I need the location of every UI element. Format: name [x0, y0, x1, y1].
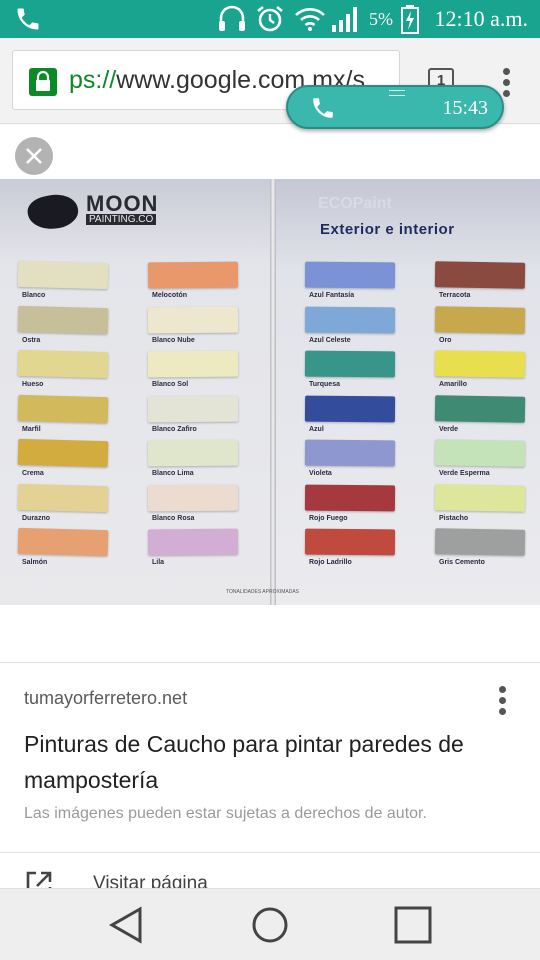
paint-swatch — [434, 484, 526, 512]
url-scheme: ps:// — [69, 66, 117, 94]
paint-swatch-label: Marfil — [22, 426, 41, 433]
paint-swatch-label: Verde Esperma — [439, 470, 490, 477]
paint-swatch — [434, 306, 526, 334]
divider — [0, 662, 540, 663]
product-name: ECOPaint — [318, 195, 392, 212]
paint-swatch — [17, 305, 109, 335]
close-button[interactable] — [15, 137, 53, 175]
system-nav-bar — [0, 888, 540, 960]
paint-swatch-label: Salmón — [22, 559, 48, 566]
paint-swatch-label: Turquesa — [309, 381, 340, 388]
call-phone-icon — [310, 95, 336, 126]
paint-swatch-label: Blanco Rosa — [152, 515, 195, 522]
brand-subtitle: PAINTING.CO — [86, 214, 157, 225]
paint-swatch-label: Lila — [152, 559, 165, 566]
result-menu-icon[interactable] — [495, 686, 509, 718]
paint-swatch — [434, 350, 526, 378]
paint-swatch — [147, 528, 239, 556]
paint-swatch-label: Azul Fantasía — [309, 292, 355, 299]
paint-swatch-label: Verde — [439, 426, 459, 433]
paint-swatch-label: Rojo Fuego — [309, 515, 348, 522]
paint-swatch-label: Crema — [22, 470, 44, 477]
paint-swatch-label: Durazno — [22, 515, 50, 522]
paint-swatch — [304, 484, 396, 512]
paint-swatch-label: Azul — [309, 426, 324, 433]
paint-swatch — [304, 528, 396, 556]
paint-swatch — [17, 483, 109, 513]
paint-swatch-label: Amarillo — [439, 381, 468, 388]
alarm-icon — [254, 0, 286, 38]
source-domain[interactable]: tumayorferretero.net — [24, 688, 187, 709]
paint-swatch-label: Blanco Nube — [152, 337, 195, 344]
paint-swatch — [17, 394, 109, 424]
catalog-spine — [270, 179, 276, 605]
wifi-icon — [294, 0, 326, 38]
paint-swatch — [304, 306, 396, 334]
catalog-footnote: TONALIDADES APROXIMADAS — [226, 589, 299, 595]
clock: 12:10 a.m. — [434, 6, 529, 31]
paint-swatch — [147, 261, 239, 289]
recents-icon[interactable] — [391, 903, 435, 947]
browser-menu-icon[interactable] — [500, 68, 512, 98]
paint-swatch-label: Blanco Sol — [152, 381, 189, 388]
paint-swatch-label: Blanco Lima — [152, 470, 194, 477]
paint-swatch — [17, 527, 109, 557]
paint-swatch — [17, 349, 109, 379]
paint-swatch-label: Terracota — [439, 292, 471, 299]
paint-swatch — [434, 528, 526, 556]
image-preview[interactable]: MOON PAINTING.CO ECOPaint Exterior e int… — [0, 179, 540, 605]
paint-swatch-label: Azul Celeste — [309, 337, 351, 344]
lock-icon — [29, 68, 57, 96]
paint-swatch-label: Pistacho — [439, 515, 469, 522]
paint-swatch — [147, 439, 239, 467]
paint-swatch — [147, 395, 239, 423]
paint-swatch-label: Hueso — [22, 381, 44, 388]
paint-swatch — [147, 306, 239, 334]
status-bar: 5% 12:10 a.m. — [0, 0, 540, 38]
paint-swatch-label: Gris Cemento — [439, 559, 485, 566]
paint-swatch-label: Oro — [439, 337, 452, 344]
drag-handle-icon[interactable] — [389, 90, 405, 96]
paint-swatch-label: Blanco — [22, 292, 46, 299]
call-duration: 15:43 — [442, 97, 488, 119]
paint-swatch — [434, 261, 526, 289]
paint-swatch-label: Rojo Ladrillo — [309, 559, 352, 566]
paint-swatch — [17, 260, 109, 290]
catalog-heading: Exterior e interior — [320, 221, 455, 238]
ongoing-call-bubble[interactable]: 15:43 — [286, 85, 504, 129]
screen: 5% 12:10 a.m. ps://www.google.com.mx/s 1… — [0, 0, 540, 960]
close-icon — [24, 146, 44, 171]
paint-swatch — [147, 484, 239, 512]
paint-swatch — [304, 261, 396, 289]
result-title[interactable]: Pinturas de Caucho para pintar paredes d… — [24, 726, 484, 798]
headset-icon — [216, 0, 248, 38]
paint-swatch — [434, 439, 526, 467]
visit-page-label: Visitar página — [93, 873, 208, 888]
visit-page-button[interactable]: Visitar página — [0, 853, 540, 888]
paint-swatch-label: Blanco Zafiro — [152, 426, 197, 433]
battery-percent: 5% — [369, 8, 393, 29]
back-icon[interactable] — [106, 903, 150, 947]
paint-swatch — [147, 350, 239, 378]
paint-swatch-label: Ostra — [22, 337, 41, 344]
paint-swatch — [17, 438, 109, 468]
paint-swatch-label: Melocotón — [152, 292, 187, 299]
phone-icon — [14, 0, 42, 38]
paint-swatch-label: Violeta — [309, 470, 332, 477]
paint-swatch — [434, 395, 526, 423]
paint-swatch — [304, 395, 396, 423]
battery-charging-icon — [400, 0, 420, 38]
open-in-new-icon — [24, 869, 54, 888]
paint-swatch — [304, 350, 396, 378]
paint-swatch — [304, 439, 396, 467]
home-icon[interactable] — [248, 903, 292, 947]
signal-icon — [331, 0, 361, 38]
copyright-notice: Las imágenes pueden estar sujetas a dere… — [24, 805, 427, 822]
